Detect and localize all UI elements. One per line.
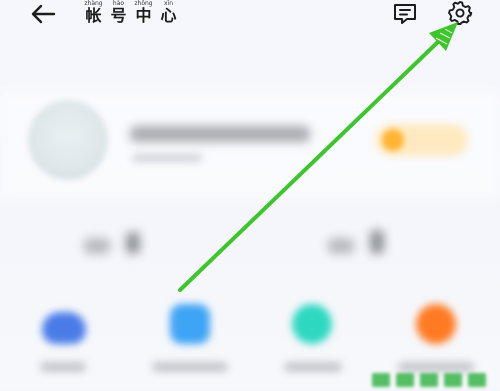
avatar[interactable] xyxy=(28,100,108,180)
blurred-shortcut-label xyxy=(284,362,342,372)
page-title: zhàng 帐 hào 号 zhōng 中 xīn 心 xyxy=(84,0,178,25)
gear-icon xyxy=(448,1,473,25)
shortcut-item[interactable] xyxy=(170,304,210,344)
title-character: 帐 xyxy=(85,6,102,25)
arrow-left-icon xyxy=(31,4,56,24)
circle-icon xyxy=(292,304,332,344)
title-character: 心 xyxy=(160,6,177,25)
blurred-subtitle xyxy=(132,154,202,162)
blurred-shortcut-label xyxy=(40,362,86,372)
blurred-stat-label xyxy=(328,238,354,254)
title-char: xīn 心 xyxy=(159,0,178,25)
watermark xyxy=(372,372,500,389)
message-button[interactable] xyxy=(392,2,418,26)
circle-icon xyxy=(416,304,456,344)
title-char: hào 号 xyxy=(109,0,128,25)
shortcut-item[interactable] xyxy=(416,304,456,344)
shortcut-item[interactable] xyxy=(42,306,86,344)
message-icon xyxy=(394,4,416,24)
settings-button[interactable] xyxy=(447,0,473,26)
blurred-stat-label xyxy=(84,238,110,254)
cloud-icon xyxy=(42,312,86,344)
blurred-shortcut-label xyxy=(152,362,228,372)
blurred-shortcut-label xyxy=(398,362,474,372)
title-char: zhōng 中 xyxy=(134,0,153,25)
blurred-stat-value[interactable] xyxy=(126,232,140,254)
square-icon xyxy=(170,304,210,344)
badge-icon xyxy=(382,129,404,151)
blurred-username xyxy=(130,126,310,142)
shortcut-item[interactable] xyxy=(292,304,332,344)
title-character: 中 xyxy=(135,6,152,25)
title-char: zhàng 帐 xyxy=(84,0,103,25)
back-button[interactable] xyxy=(30,3,56,25)
blurred-stat-value[interactable] xyxy=(370,230,384,254)
title-character: 号 xyxy=(110,6,127,25)
